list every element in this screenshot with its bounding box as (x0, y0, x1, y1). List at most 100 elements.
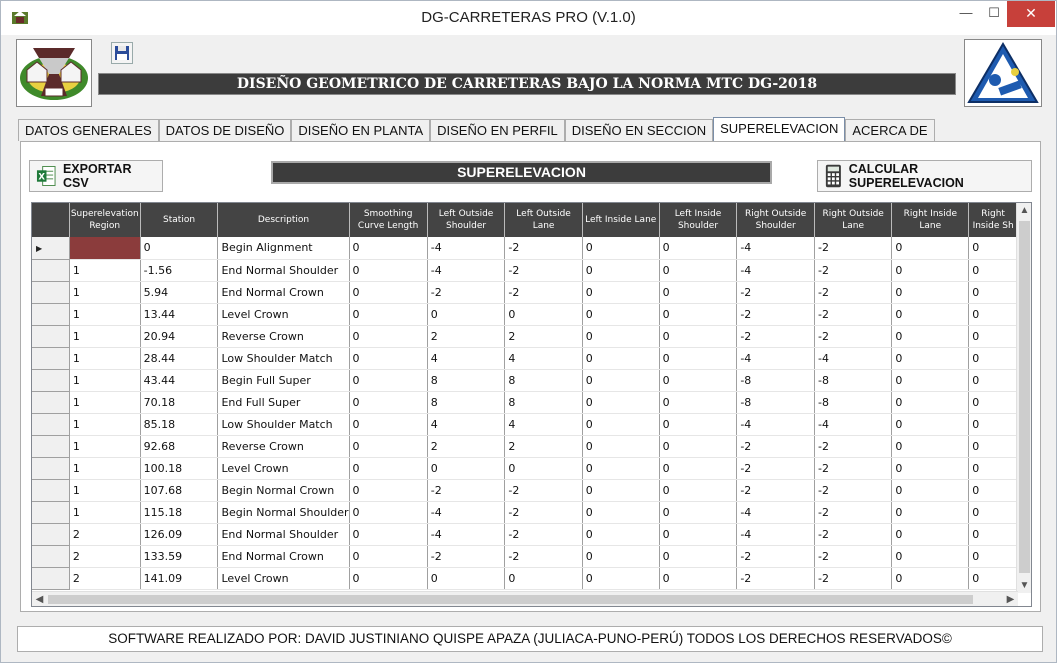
save-button[interactable] (111, 42, 133, 64)
table-cell[interactable]: 0 (349, 347, 428, 370)
row-header[interactable] (32, 501, 70, 524)
tab-superelevacion[interactable]: SUPERELEVACION (713, 117, 846, 141)
table-cell[interactable]: 4 (427, 347, 506, 370)
table-cell[interactable]: 0 (349, 281, 428, 304)
table-row[interactable]: 1 28.44 Low Shoulder Match 0 4 4 0 0 -4 -4 0 0 (32, 347, 1018, 370)
table-cell[interactable]: -4 (427, 501, 506, 524)
table-row[interactable]: 1 92.68 Reverse Crown 0 2 2 0 0 -2 -2 0 0 (32, 435, 1018, 458)
row-header[interactable] (32, 457, 70, 480)
table-cell[interactable]: 0 (349, 325, 428, 348)
row-header[interactable] (32, 479, 70, 502)
table-cell[interactable]: -2 (504, 479, 583, 502)
table-cell[interactable]: 0 (659, 545, 738, 568)
table-cell[interactable]: Level Crown (217, 457, 350, 480)
table-cell[interactable]: 0 (891, 545, 970, 568)
table-cell[interactable]: 0 (968, 545, 1018, 568)
table-cell[interactable]: 0 (968, 369, 1018, 392)
table-cell[interactable]: 2 (69, 523, 141, 546)
table-cell[interactable]: -4 (736, 259, 815, 282)
table-cell[interactable]: 0 (891, 567, 970, 590)
table-cell[interactable]: Level Crown (217, 567, 350, 590)
table-cell[interactable]: 0 (968, 457, 1018, 480)
column-header[interactable]: Station (140, 203, 219, 237)
table-cell[interactable]: 0 (582, 325, 660, 348)
table-cell[interactable]: 2 (427, 325, 506, 348)
table-cell[interactable]: 0 (968, 325, 1018, 348)
table-cell[interactable]: 133.59 (140, 545, 219, 568)
table-cell[interactable]: -4 (814, 413, 893, 436)
table-cell[interactable]: 1 (69, 501, 141, 524)
row-header[interactable] (32, 347, 70, 370)
row-header[interactable] (32, 545, 70, 568)
table-cell[interactable]: 4 (504, 413, 583, 436)
horizontal-scrollbar[interactable]: ◀ ▶ (32, 591, 1018, 606)
table-cell[interactable]: 8 (504, 369, 583, 392)
tab-acerca-de[interactable]: ACERCA DE (845, 119, 935, 141)
table-cell[interactable]: 0 (582, 523, 660, 546)
table-cell[interactable]: 0 (968, 347, 1018, 370)
table-cell[interactable]: 1 (69, 303, 141, 326)
table-cell[interactable]: 0 (891, 479, 970, 502)
table-cell[interactable]: 0 (968, 501, 1018, 524)
table-cell[interactable]: -2 (814, 567, 893, 590)
table-row[interactable]: 2 126.09 End Normal Shoulder 0 -4 -2 0 0 -4 -2 0 0 (32, 523, 1018, 546)
table-cell[interactable]: 0 (891, 325, 970, 348)
table-cell[interactable]: Begin Full Super (217, 369, 350, 392)
table-cell[interactable]: -2 (736, 325, 815, 348)
scroll-up-icon[interactable]: ▲ (1017, 203, 1031, 218)
table-cell[interactable]: -4 (736, 501, 815, 524)
table-cell[interactable]: -2 (814, 325, 893, 348)
table-cell[interactable]: 0 (427, 567, 506, 590)
scroll-right-icon[interactable]: ▶ (1003, 592, 1018, 606)
table-cell[interactable]: -2 (504, 501, 583, 524)
table-row[interactable]: 1 -1.56 End Normal Shoulder 0 -4 -2 0 0 -4 -2 0 0 (32, 259, 1018, 282)
row-header[interactable] (32, 281, 70, 304)
table-cell[interactable]: 0 (891, 347, 970, 370)
scroll-left-icon[interactable]: ◀ (32, 592, 47, 606)
table-cell[interactable]: 8 (504, 391, 583, 414)
table-cell[interactable]: 0 (349, 567, 428, 590)
table-cell[interactable] (69, 237, 141, 260)
table-cell[interactable]: 0 (504, 303, 583, 326)
table-row[interactable]: 1 13.44 Level Crown 0 0 0 0 0 -2 -2 0 0 (32, 303, 1018, 326)
table-cell[interactable]: 0 (349, 391, 428, 414)
table-cell[interactable]: 0 (968, 479, 1018, 502)
table-cell[interactable]: 0 (659, 391, 738, 414)
table-cell[interactable]: 0 (659, 479, 738, 502)
table-row[interactable]: 1 43.44 Begin Full Super 0 8 8 0 0 -8 -8 0 0 (32, 369, 1018, 392)
table-cell[interactable]: End Full Super (217, 391, 350, 414)
column-header[interactable]: Left Inside Shoulder (659, 203, 738, 237)
table-cell[interactable]: 0 (349, 237, 428, 260)
table-cell[interactable]: 2 (504, 435, 583, 458)
table-cell[interactable]: 0 (891, 369, 970, 392)
table-cell[interactable]: 85.18 (140, 413, 219, 436)
table-cell[interactable]: 0 (891, 259, 970, 282)
table-cell[interactable]: 0 (582, 259, 660, 282)
table-cell[interactable]: -4 (814, 347, 893, 370)
minimize-button[interactable]: — (951, 1, 981, 27)
table-cell[interactable]: 0 (504, 567, 583, 590)
table-cell[interactable]: -2 (504, 545, 583, 568)
table-cell[interactable]: Begin Normal Shoulder (217, 501, 350, 524)
table-cell[interactable]: 0 (582, 281, 660, 304)
table-cell[interactable]: 0 (659, 281, 738, 304)
table-cell[interactable]: Reverse Crown (217, 435, 350, 458)
calculate-superelevation-button[interactable]: CALCULAR SUPERELEVACION (817, 160, 1032, 192)
table-cell[interactable]: -2 (814, 259, 893, 282)
table-cell[interactable]: 0 (349, 457, 428, 480)
vertical-scrollbar[interactable]: ▲ ▼ (1016, 203, 1031, 593)
table-cell[interactable]: 2 (69, 567, 141, 590)
table-cell[interactable]: 4 (427, 413, 506, 436)
table-cell[interactable]: End Normal Shoulder (217, 259, 350, 282)
table-cell[interactable]: 0 (349, 259, 428, 282)
table-cell[interactable]: End Normal Crown (217, 545, 350, 568)
table-cell[interactable]: 0 (659, 567, 738, 590)
table-row[interactable]: ▶ 0 Begin Alignment 0 -4 -2 0 0 -4 -2 0 0 (32, 237, 1018, 260)
table-cell[interactable]: -2 (736, 545, 815, 568)
close-button[interactable]: ✕ (1007, 1, 1055, 27)
table-cell[interactable]: 5.94 (140, 281, 219, 304)
table-cell[interactable]: 2 (69, 545, 141, 568)
table-cell[interactable]: 4 (504, 347, 583, 370)
table-cell[interactable]: -8 (814, 391, 893, 414)
table-cell[interactable]: 0 (659, 413, 738, 436)
